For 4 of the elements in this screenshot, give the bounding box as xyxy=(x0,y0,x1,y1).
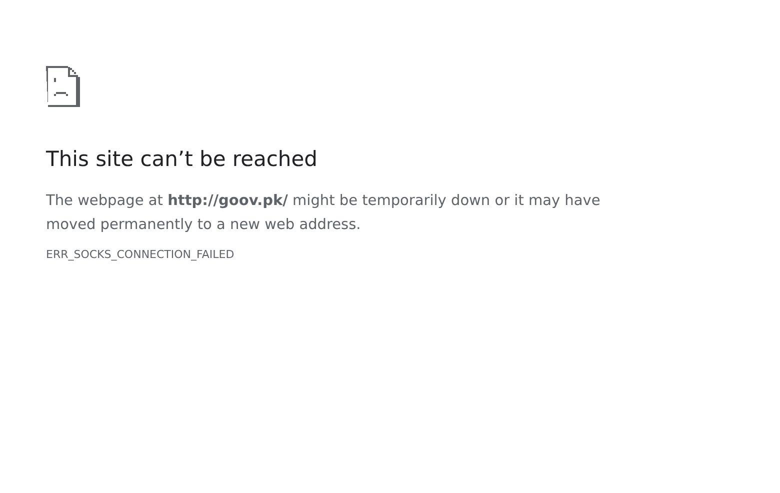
error-title: This site can’t be reached xyxy=(46,146,318,173)
sad-page-icon xyxy=(46,66,80,107)
error-code: ERR_SOCKS_CONNECTION_FAILED xyxy=(46,248,236,261)
error-message: The webpage at http://goov.pk/ might be temporarily down or it may have moved permanently to a new web address. xyxy=(46,192,602,235)
